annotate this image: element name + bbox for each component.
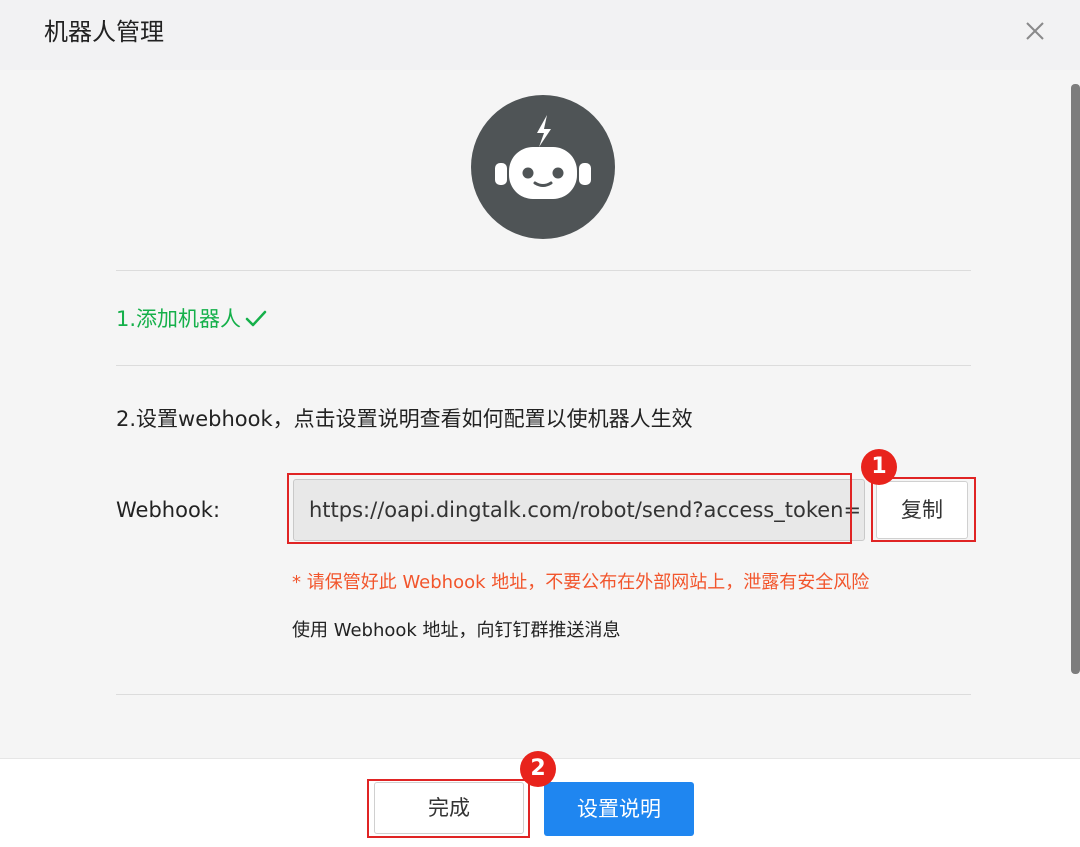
scrollbar-thumb[interactable] [1071,84,1080,674]
step-1-status: 1.添加机器人 [116,303,267,335]
check-icon [245,310,267,327]
divider [116,694,971,695]
robot-avatar [471,95,615,239]
divider [116,365,971,366]
annotation-box-webhook [287,473,852,544]
setup-guide-button[interactable]: 设置说明 [544,782,694,836]
webhook-usage-hint: 使用 Webhook 地址，向钉钉群推送消息 [292,620,621,641]
annotation-box-done [367,779,530,838]
annotation-marker-2: 2 [520,751,556,787]
step-1-label: 1.添加机器人 [116,307,242,331]
security-warning: * 请保管好此 Webhook 地址，不要公布在外部网站上，泄露有安全风险 [292,572,870,593]
divider [116,270,971,271]
annotation-box-copy [871,477,976,542]
dialog-title: 机器人管理 [44,18,164,46]
robot-icon [495,115,591,199]
dialog-header: 机器人管理 [0,0,1080,70]
annotation-marker-1: 1 [861,449,897,485]
step-2-label: 2.设置webhook，点击设置说明查看如何配置以使机器人生效 [116,407,693,431]
close-icon[interactable] [1022,18,1048,44]
webhook-label: Webhook: [116,498,221,522]
